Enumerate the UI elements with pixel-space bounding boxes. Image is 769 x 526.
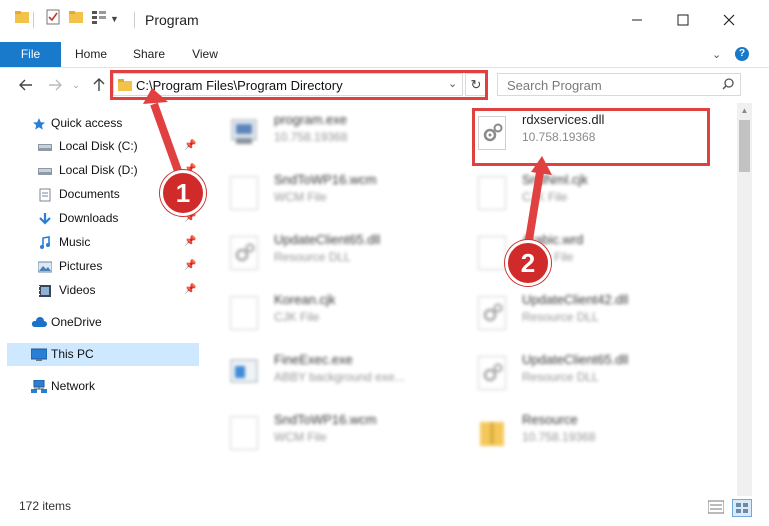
arrow-2 xyxy=(524,171,544,247)
details-view-icon[interactable] xyxy=(707,500,725,517)
arrow-2-head xyxy=(531,156,552,175)
item-count: 172 items xyxy=(19,499,72,513)
large-icons-view-icon[interactable] xyxy=(732,499,752,517)
step-1-badge: 1 xyxy=(160,170,206,216)
step-2-badge: 2 xyxy=(505,240,551,286)
status-bar xyxy=(0,496,769,526)
annotation-arrows xyxy=(143,88,552,247)
arrow-1-head xyxy=(143,88,168,104)
